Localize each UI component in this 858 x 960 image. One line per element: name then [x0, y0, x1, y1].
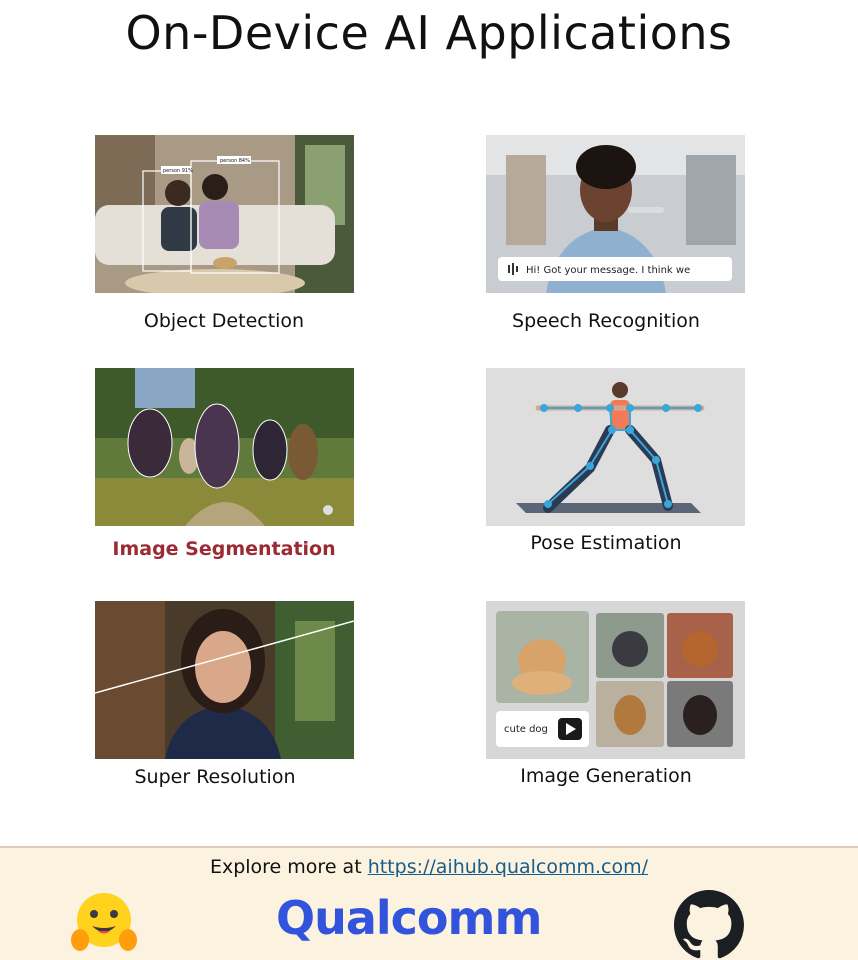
speech-transcript: Hi! Got your message. I think we: [526, 265, 690, 276]
label-pose-estimation: Pose Estimation: [530, 532, 682, 554]
object-detection-image: person 91% person 84%: [95, 135, 354, 293]
qualcomm-logo: Qualcomm: [276, 891, 542, 945]
github-icon[interactable]: [674, 890, 744, 960]
explore-line: Explore more at https://aihub.qualcomm.c…: [0, 856, 858, 878]
label-image-segmentation: Image Segmentation: [112, 538, 336, 560]
label-speech-recognition: Speech Recognition: [512, 310, 700, 332]
speech-recognition-image: Hi! Got your message. I think we: [486, 135, 745, 293]
hugging-face-icon[interactable]: [70, 890, 138, 954]
explore-text: Explore more at: [209, 856, 362, 878]
pose-estimation-image: [486, 368, 745, 526]
label-super-resolution: Super Resolution: [134, 766, 296, 788]
image-generation-image: cute dog: [486, 601, 745, 759]
label-image-generation: Image Generation: [520, 765, 692, 787]
page-title: On-Device AI Applications: [125, 6, 733, 60]
aihub-link[interactable]: https://aihub.qualcomm.com/: [368, 856, 648, 878]
generation-prompt: cute dog: [504, 724, 548, 735]
label-object-detection: Object Detection: [143, 310, 305, 332]
image-segmentation-image: [95, 368, 354, 526]
detection-label-2: person 84%: [220, 158, 250, 164]
detection-label-1: person 91%: [163, 168, 193, 174]
footer: Explore more at https://aihub.qualcomm.c…: [0, 846, 858, 960]
super-resolution-image: [95, 601, 354, 759]
